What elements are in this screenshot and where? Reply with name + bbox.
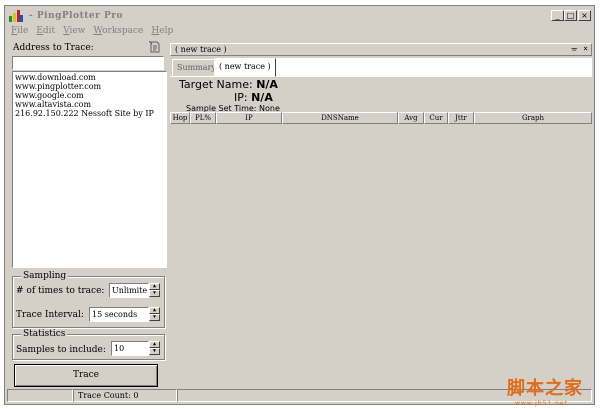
trace-interval-spinner[interactable]: ▲ ▼ [149, 307, 160, 322]
spin-down-icon[interactable]: ▼ [149, 290, 160, 297]
watermark-text: 脚本之家 [507, 378, 583, 399]
tab-strip: Summary ( new trace ) [170, 57, 592, 77]
hop-grid-header: Hop PL% IP DNSName Avg Cur Jttr Graph [170, 112, 592, 124]
document-header: ( new trace ) ᚚ × [170, 43, 592, 56]
minimize-icon: _ [555, 11, 560, 20]
column-avg[interactable]: Avg [398, 112, 424, 124]
sampling-group: Sampling # of times to trace: Unlimite ▲… [12, 271, 165, 328]
menu-help[interactable]: Help [151, 26, 173, 36]
times-to-trace-spinner[interactable]: ▲ ▼ [149, 283, 160, 298]
sampling-title: Sampling [21, 271, 69, 281]
minimize-button[interactable]: _ [551, 10, 564, 21]
ip-label: IP: [234, 91, 248, 104]
document-title: ( new trace ) [175, 45, 227, 54]
samples-to-include-field[interactable]: 10 [111, 341, 149, 356]
column-hop[interactable]: Hop [170, 112, 190, 124]
list-item[interactable]: www.download.com [15, 73, 164, 82]
times-to-trace-field[interactable]: Unlimite [109, 283, 149, 298]
address-input[interactable] [12, 56, 164, 70]
spin-up-icon[interactable]: ▲ [149, 341, 160, 348]
menu-workspace[interactable]: Workspace [93, 26, 143, 36]
address-history-list[interactable]: www.download.com www.pingplotter.com www… [12, 71, 167, 268]
trace-options-icon[interactable] [149, 41, 161, 53]
column-packet-loss[interactable]: PL% [190, 112, 216, 124]
column-graph[interactable]: Graph [474, 112, 592, 124]
trace-interval-label: Trace Interval: [16, 310, 84, 320]
window-title: - PingPlotter Pro [29, 11, 124, 21]
ip-row: IP: N/A [234, 91, 273, 104]
spin-up-icon[interactable]: ▲ [149, 283, 160, 290]
tab-new-trace[interactable]: ( new trace ) [214, 58, 276, 77]
menu-edit[interactable]: Edit [36, 26, 55, 36]
list-item[interactable]: www.altavista.com [15, 100, 164, 109]
tab-strip-background [276, 58, 592, 77]
pingplotter-app-icon [9, 10, 23, 22]
trace-interval-field[interactable]: 15 seconds [89, 307, 149, 322]
menu-bar: File Edit View Workspace Help [7, 26, 592, 40]
column-dns-name[interactable]: DNSName [282, 112, 398, 124]
trace-document-panel: ( new trace ) ᚚ × Summary ( new trace ) … [168, 40, 594, 388]
target-name-value: N/A [256, 78, 278, 91]
close-button[interactable]: × [578, 10, 591, 21]
target-name-row: Target Name: N/A [179, 78, 278, 91]
hop-grid-body[interactable] [170, 124, 592, 386]
times-to-trace-label: # of times to trace: [16, 286, 105, 296]
list-item[interactable]: www.google.com [15, 91, 164, 100]
maximize-icon: □ [566, 11, 575, 20]
samples-to-include-spinner[interactable]: ▲ ▼ [149, 341, 160, 356]
app-window: - PingPlotter Pro _ □ × File Edit View Work… [4, 5, 595, 405]
menu-file[interactable]: File [11, 26, 28, 36]
list-item[interactable]: www.pingplotter.com [15, 82, 164, 91]
maximize-button[interactable]: □ [564, 10, 577, 21]
column-jitter[interactable]: Jttr [448, 112, 474, 124]
title-bar[interactable]: - PingPlotter Pro _ □ × [7, 8, 592, 25]
spin-up-icon[interactable]: ▲ [149, 307, 160, 314]
site-watermark: 脚本之家 www.jb51.net [507, 374, 583, 407]
address-label: Address to Trace: [13, 43, 94, 53]
trace-button[interactable]: Trace [14, 364, 158, 387]
spin-down-icon[interactable]: ▼ [149, 314, 160, 321]
status-bar: Trace Count: 0 [7, 389, 592, 402]
samples-to-include-label: Samples to include: [16, 345, 106, 355]
statistics-group: Statistics Samples to include: 10 ▲ ▼ [12, 329, 165, 360]
status-pane-empty [7, 389, 73, 402]
column-ip[interactable]: IP [216, 112, 282, 124]
spin-down-icon[interactable]: ▼ [149, 348, 160, 355]
list-item[interactable]: 216.92.150.222 Nessoft Site by IP [15, 109, 164, 118]
menu-view[interactable]: View [63, 26, 85, 36]
pin-icon[interactable]: ᚚ [572, 44, 577, 53]
target-name-label: Target Name: [179, 78, 253, 91]
column-cur[interactable]: Cur [424, 112, 448, 124]
ip-value: N/A [251, 91, 273, 104]
close-icon: × [581, 11, 588, 20]
watermark-url: www.jb51.net [515, 400, 568, 407]
trace-count-status: Trace Count: 0 [73, 389, 177, 402]
statistics-title: Statistics [21, 329, 68, 339]
document-close-icon[interactable]: × [583, 44, 588, 53]
